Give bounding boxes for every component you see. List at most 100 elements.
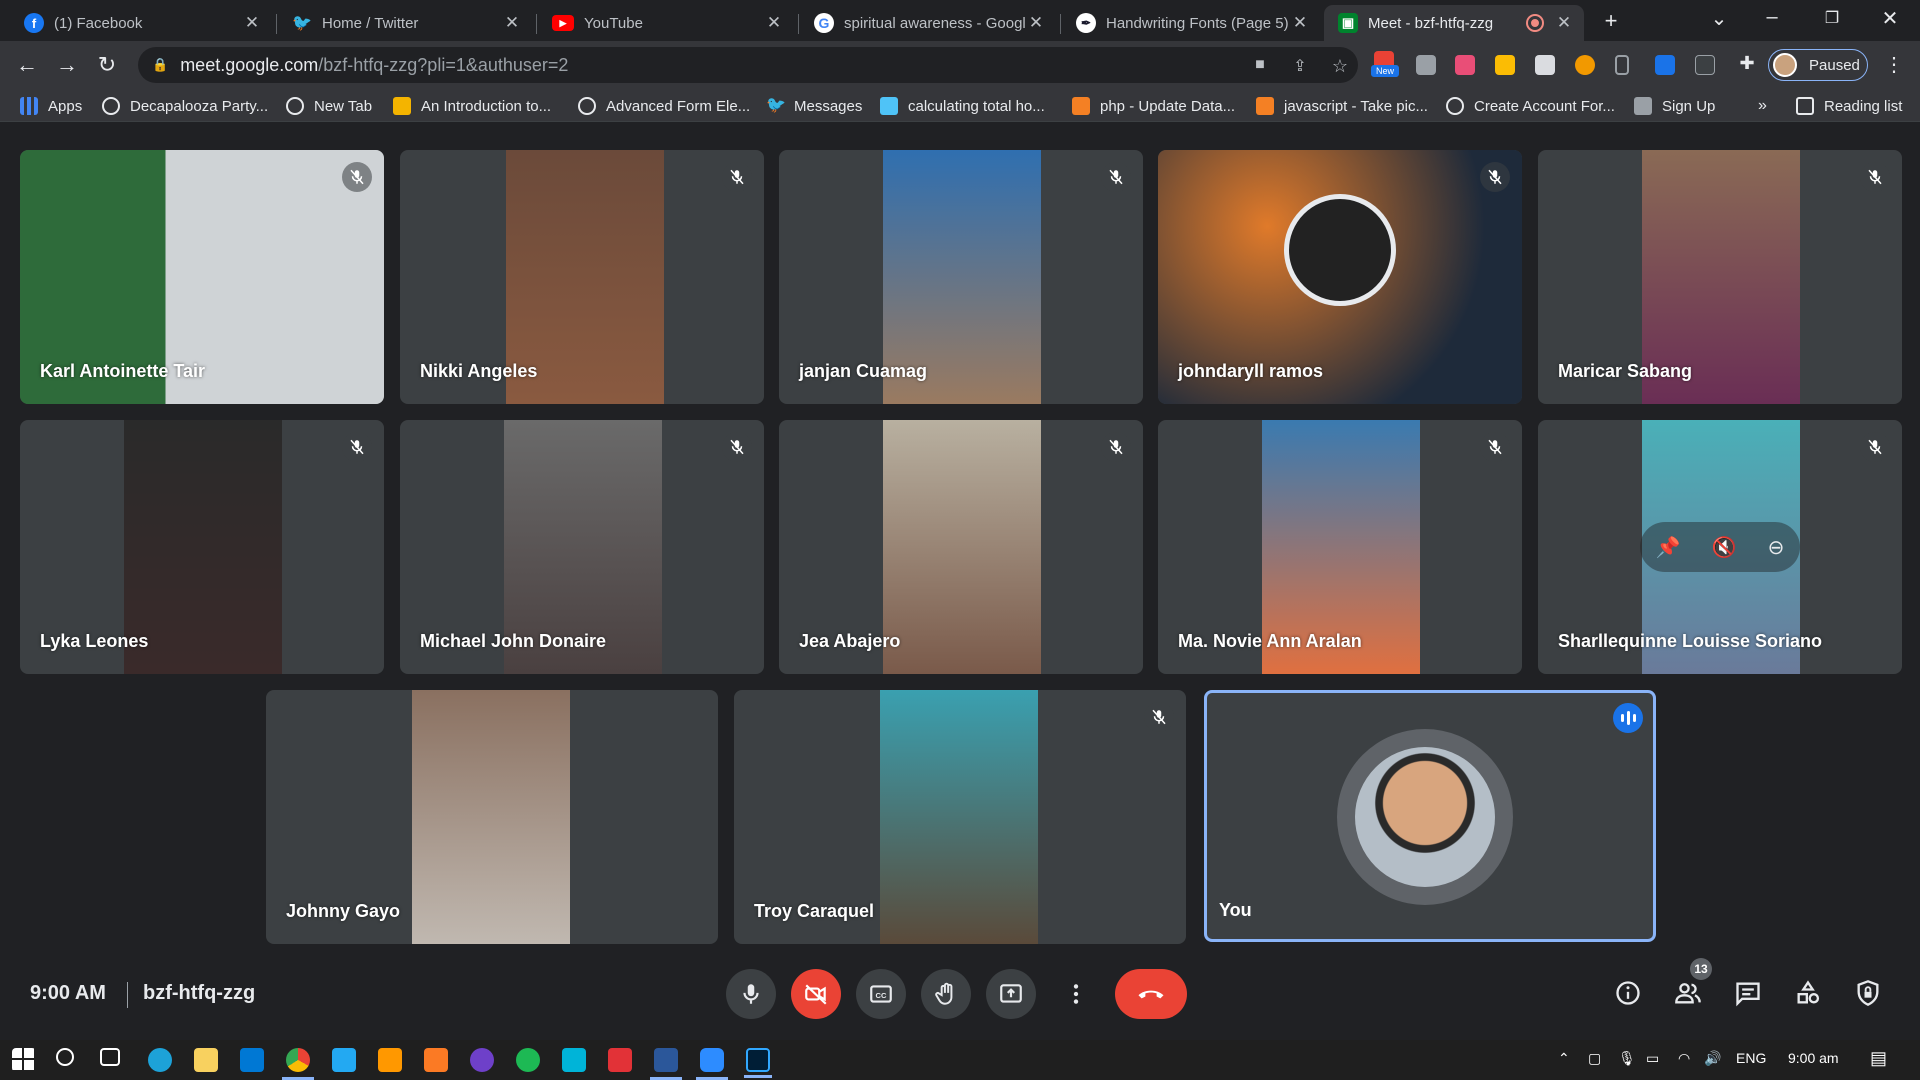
participant-tile[interactable]: janjan Cuamag (779, 150, 1143, 404)
participant-tile[interactable]: 📌 🔇 ⊖ Sharllequinne Louisse Soriano (1538, 420, 1902, 674)
app-icon[interactable] (608, 1048, 632, 1072)
tab-facebook[interactable]: f (1) Facebook ✕ (10, 5, 272, 41)
meeting-details-button[interactable] (1612, 977, 1644, 1009)
address-bar[interactable]: 🔒 meet.google.com/bzf-htfq-zzg?pli=1&aut… (138, 47, 1358, 83)
restore-icon[interactable]: ❐ (1812, 8, 1852, 28)
wifi-icon[interactable]: ◠ (1678, 1050, 1690, 1067)
tab-search-icon[interactable]: ⌄ (1699, 6, 1739, 31)
search-icon[interactable] (56, 1048, 74, 1066)
reload-icon[interactable]: ↻ (92, 50, 122, 80)
self-tile[interactable]: You (1204, 690, 1656, 942)
extension-icon[interactable] (1695, 55, 1715, 75)
zoom-icon[interactable] (696, 1048, 728, 1080)
file-explorer-icon[interactable] (194, 1048, 218, 1072)
bookmark-item[interactable]: An Introduction to... (393, 95, 551, 117)
present-screen-button[interactable] (986, 969, 1036, 1019)
extension-icon[interactable] (1495, 55, 1515, 75)
camera-blocked-icon[interactable]: ■ (1248, 56, 1272, 76)
raise-hand-button[interactable] (921, 969, 971, 1019)
bookmark-apps[interactable]: Apps (20, 95, 82, 117)
chat-button[interactable] (1732, 977, 1764, 1009)
task-view-icon[interactable] (100, 1048, 120, 1066)
mail-icon[interactable] (240, 1048, 264, 1072)
participant-tile[interactable]: Maricar Sabang (1538, 150, 1902, 404)
menu-icon[interactable]: ⋮ (1882, 52, 1906, 76)
extension-icon[interactable] (1535, 55, 1555, 75)
system-clock[interactable]: 9:00 am (1788, 1050, 1839, 1066)
spotify-icon[interactable] (516, 1048, 540, 1072)
tray-chevron-icon[interactable]: ⌃ (1558, 1050, 1570, 1067)
language-indicator[interactable]: ENG (1736, 1050, 1766, 1066)
profile-button[interactable]: Paused (1768, 49, 1868, 81)
tab-twitter[interactable]: 🐦 Home / Twitter ✕ (278, 5, 532, 41)
extension-icon[interactable] (1416, 55, 1436, 75)
participant-tile[interactable]: Johnny Gayo (266, 690, 718, 944)
tab-google-search[interactable]: G spiritual awareness - Googl ✕ (800, 5, 1056, 41)
extension-icon[interactable] (1575, 55, 1595, 75)
remove-icon[interactable]: ⊖ (1768, 535, 1785, 560)
pin-icon[interactable]: 📌 (1656, 535, 1681, 560)
word-icon[interactable] (650, 1048, 682, 1080)
reading-list[interactable]: Reading list (1796, 95, 1902, 117)
forward-icon[interactable]: → (52, 50, 82, 80)
extension-icon[interactable] (1655, 55, 1675, 75)
close-tab-icon[interactable]: ✕ (1028, 13, 1044, 33)
device-icon[interactable] (1615, 55, 1629, 75)
more-options-button[interactable] (1051, 969, 1101, 1019)
vscode-icon[interactable] (332, 1048, 356, 1072)
bookmark-item[interactable]: Sign Up (1634, 95, 1715, 117)
close-tab-icon[interactable]: ✕ (766, 13, 782, 33)
photoshop-icon[interactable] (744, 1048, 772, 1078)
xampp-icon[interactable] (424, 1048, 448, 1072)
bookmark-item[interactable]: javascript - Take pic... (1256, 95, 1428, 117)
host-controls-button[interactable] (1852, 977, 1884, 1009)
battery-icon[interactable]: ▭ (1646, 1050, 1659, 1067)
participant-tile[interactable]: Karl Antoinette Tair (20, 150, 384, 404)
close-tab-icon[interactable]: ✕ (1292, 13, 1308, 33)
participant-tile[interactable]: Nikki Angeles (400, 150, 764, 404)
microphone-button[interactable] (726, 969, 776, 1019)
camera-off-button[interactable] (791, 969, 841, 1019)
close-tab-icon[interactable]: ✕ (504, 13, 520, 33)
bookmark-item[interactable]: Decapalooza Party... (102, 95, 268, 117)
bookmark-item[interactable]: Create Account For... (1446, 95, 1615, 117)
close-tab-icon[interactable]: ✕ (1556, 13, 1572, 33)
tray-mic-icon[interactable]: 🎙 (1618, 1050, 1636, 1067)
participant-tile[interactable]: Lyka Leones (20, 420, 384, 674)
bookmark-item[interactable]: calculating total ho... (880, 95, 1045, 117)
participant-tile[interactable]: Jea Abajero (779, 420, 1143, 674)
captions-button[interactable]: CC (856, 969, 906, 1019)
minimize-icon[interactable]: – (1752, 6, 1792, 29)
bookmark-item[interactable]: 🐦 Messages (766, 95, 862, 117)
sublime-icon[interactable] (378, 1048, 402, 1072)
tab-google-meet[interactable]: ▣ Meet - bzf-htfq-zzg ✕ (1324, 5, 1584, 41)
app-icon[interactable] (562, 1048, 586, 1072)
edge-icon[interactable] (148, 1048, 172, 1072)
extensions-puzzle-icon[interactable]: ✚ (1735, 53, 1759, 73)
github-icon[interactable] (470, 1048, 494, 1072)
participant-tile[interactable]: johndaryll ramos (1158, 150, 1522, 404)
extension-icon[interactable] (1455, 55, 1475, 75)
notifications-icon[interactable]: ▤ (1870, 1048, 1887, 1069)
tab-handwriting-fonts[interactable]: ✒ Handwriting Fonts (Page 5) ✕ (1062, 5, 1320, 41)
bookmark-item[interactable]: New Tab (286, 95, 372, 117)
volume-icon[interactable]: 🔊 (1704, 1050, 1721, 1067)
extension-icon[interactable]: New (1371, 51, 1399, 77)
bookmark-item[interactable]: php - Update Data... (1072, 95, 1235, 117)
new-tab-icon[interactable]: + (1596, 6, 1626, 36)
tab-youtube[interactable]: ▶ YouTube ✕ (538, 5, 794, 41)
participant-tile[interactable]: Troy Caraquel (734, 690, 1186, 944)
participant-tile[interactable]: Ma. Novie Ann Aralan (1158, 420, 1522, 674)
bookmarks-overflow[interactable]: » (1758, 95, 1767, 117)
close-window-icon[interactable]: ✕ (1870, 6, 1910, 31)
mute-participant-icon[interactable]: 🔇 (1712, 535, 1737, 560)
chrome-icon[interactable] (282, 1048, 314, 1080)
activities-button[interactable] (1792, 977, 1824, 1009)
windows-start-icon[interactable] (12, 1048, 36, 1072)
participant-tile[interactable]: Michael John Donaire (400, 420, 764, 674)
back-icon[interactable]: ← (12, 50, 42, 80)
bookmark-star-icon[interactable]: ☆ (1328, 56, 1352, 76)
share-icon[interactable]: ⇪ (1288, 56, 1312, 76)
tray-app-icon[interactable]: ▢ (1588, 1050, 1601, 1067)
people-button[interactable] (1672, 977, 1704, 1009)
